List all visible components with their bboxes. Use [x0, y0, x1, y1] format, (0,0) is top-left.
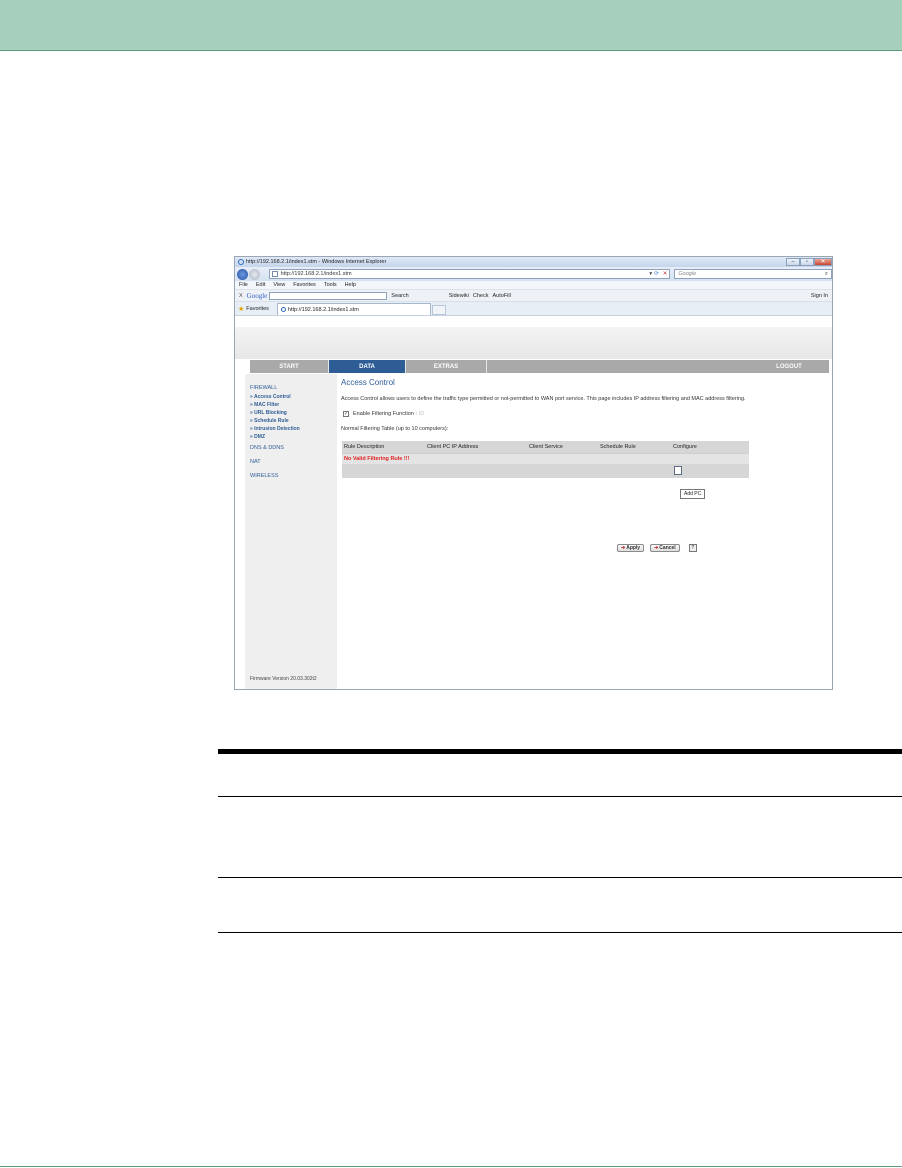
tab-title: http://192.168.2.1/index1.stm: [287, 306, 359, 313]
toolbar-close-icon[interactable]: X: [239, 293, 243, 299]
search-icon[interactable]: ⌕: [825, 271, 828, 278]
sidebar-wireless[interactable]: WIRELESS: [250, 473, 337, 479]
check-button[interactable]: Check: [473, 293, 489, 299]
favorites-label: Favorites: [246, 306, 269, 312]
apply-button[interactable]: ➔ Apply: [617, 544, 645, 552]
table-rule-3: [218, 932, 902, 933]
table-caption: Normal Filtering Table (up to 10 compute…: [341, 426, 449, 432]
cancel-label: Cancel: [659, 545, 676, 551]
google-logo: Google: [246, 291, 268, 300]
browser-search-box[interactable]: Google ⌕: [674, 269, 832, 279]
refresh-icon[interactable]: ⟳: [654, 271, 659, 277]
back-button[interactable]: [237, 268, 248, 280]
document-page: http://192.168.2.1/index1.stm - Windows …: [0, 0, 902, 1168]
page-description: Access Control allows users to define th…: [341, 396, 746, 402]
address-text: http://192.168.2.1/index1.stm: [280, 271, 352, 277]
enable-filtering-checkbox[interactable]: ✓: [343, 411, 349, 417]
enable-filtering-row: ✓ Enable Filtering Function : ☑: [343, 411, 829, 417]
favorites-bar: ★ Favorites http://192.168.2.1/index1.st…: [235, 302, 832, 316]
favorites-button[interactable]: ★ Favorites: [238, 303, 277, 315]
sidebar-item-intrusion-detection[interactable]: » Intrusion Detection: [250, 425, 337, 433]
star-icon: ★: [238, 306, 245, 313]
new-tab-button[interactable]: [431, 305, 446, 315]
router-sidebar: FIREWALL » Access Control » MAC Filter »…: [245, 374, 337, 689]
router-nav: START DATA EXTRAS LOGOUT: [250, 360, 829, 373]
action-buttons: ➔ Apply ➔ Cancel ?: [617, 544, 697, 552]
arrow-icon: ➔: [654, 545, 659, 551]
window-controls: – ▫ ✕: [786, 257, 832, 267]
nav-extras[interactable]: EXTRAS: [406, 360, 486, 373]
page-icon: [271, 271, 278, 277]
menu-help[interactable]: Help: [345, 282, 356, 288]
table-header: Rule Description Client PC IP Address Cl…: [342, 441, 749, 453]
col-rule-description: Rule Description: [344, 444, 385, 450]
menu-favorites[interactable]: Favorites: [293, 282, 316, 288]
window-title: http://192.168.2.1/index1.stm - Windows …: [246, 259, 387, 265]
help-button[interactable]: ?: [688, 544, 697, 552]
autofill-button[interactable]: AutoFill: [493, 293, 511, 299]
router-header: [235, 327, 832, 359]
table-rule-1: [218, 796, 902, 797]
sign-in-button[interactable]: Sign In: [811, 293, 828, 299]
browser-screenshot: http://192.168.2.1/index1.stm - Windows …: [234, 256, 833, 690]
sidebar-firewall[interactable]: FIREWALL: [250, 385, 337, 391]
browser-tab[interactable]: http://192.168.2.1/index1.stm: [276, 303, 431, 315]
sidebar-item-schedule-rule[interactable]: » Schedule Rule: [250, 417, 337, 425]
window-titlebar: http://192.168.2.1/index1.stm - Windows …: [235, 257, 832, 267]
sidewiki-button[interactable]: Sidewiki: [449, 293, 469, 299]
nav-logout[interactable]: LOGOUT: [749, 360, 829, 373]
minimize-button[interactable]: –: [786, 257, 800, 266]
nav-start[interactable]: START: [250, 360, 328, 373]
add-pc-icon[interactable]: [674, 466, 682, 475]
google-search-input[interactable]: [269, 291, 388, 300]
enable-filtering-label: Enable Filtering Function :: [353, 411, 417, 417]
col-client-service: Client Service: [529, 444, 563, 450]
sidebar-nat[interactable]: NAT: [250, 459, 337, 465]
address-bar[interactable]: http://192.168.2.1/index1.stm ▾ ⟳ ✕: [268, 269, 671, 279]
router-main: Access Control Access Control allows use…: [341, 378, 829, 552]
router-page: START DATA EXTRAS LOGOUT FIREWALL » Acce…: [235, 327, 832, 689]
no-rule-row: No Valid Filtering Rule !!!: [342, 453, 749, 464]
sidebar-dns-ddns[interactable]: DNS & DDNS: [250, 445, 337, 451]
sidebar-item-url-blocking[interactable]: » URL Blocking: [250, 409, 337, 417]
menu-tools[interactable]: Tools: [324, 282, 337, 288]
add-row: [342, 464, 749, 478]
col-schedule-rule: Schedule Rule: [600, 444, 636, 450]
filtering-table: Rule Description Client PC IP Address Cl…: [342, 441, 749, 499]
table-rule-2: [218, 877, 902, 878]
stop-icon[interactable]: ✕: [663, 271, 668, 277]
header-band: [0, 0, 902, 51]
menu-bar: File Edit View Favorites Tools Help: [235, 281, 832, 290]
table-top-rule: [218, 749, 902, 754]
add-pc-tooltip: Add PC: [680, 489, 706, 499]
menu-edit[interactable]: Edit: [256, 282, 265, 288]
search-placeholder: Google: [678, 271, 697, 277]
col-configure: Configure: [673, 444, 697, 450]
close-button[interactable]: ✕: [814, 257, 832, 266]
firmware-version: Firmware Version 20.03.302t2: [250, 676, 317, 682]
help-checkbox-icon: ☑: [418, 411, 424, 417]
page-title: Access Control: [341, 378, 395, 387]
address-row: http://192.168.2.1/index1.stm ▾ ⟳ ✕ Goog…: [235, 267, 832, 281]
ie-icon: [238, 259, 244, 265]
col-client-ip: Client PC IP Address: [427, 444, 479, 450]
google-toolbar: X Google Search Sidewiki Check AutoFill …: [235, 290, 832, 302]
sidebar-item-dmz[interactable]: » DMZ: [250, 433, 337, 441]
sidebar-item-mac-filter[interactable]: » MAC Filter: [250, 401, 337, 409]
menu-view[interactable]: View: [273, 282, 285, 288]
tab-ie-icon: [280, 307, 286, 312]
apply-label: Apply: [626, 545, 641, 551]
forward-button[interactable]: [248, 268, 260, 280]
cancel-button[interactable]: ➔ Cancel: [650, 544, 680, 552]
nav-data[interactable]: DATA: [329, 360, 405, 373]
arrow-icon: ➔: [621, 545, 626, 551]
dropdown-icon[interactable]: ▾: [649, 271, 652, 277]
google-search-button[interactable]: Search: [391, 293, 408, 299]
menu-file[interactable]: File: [239, 282, 248, 288]
sidebar-item-access-control[interactable]: » Access Control: [250, 393, 337, 401]
footer-line: [0, 1166, 902, 1167]
maximize-button[interactable]: ▫: [800, 257, 814, 266]
